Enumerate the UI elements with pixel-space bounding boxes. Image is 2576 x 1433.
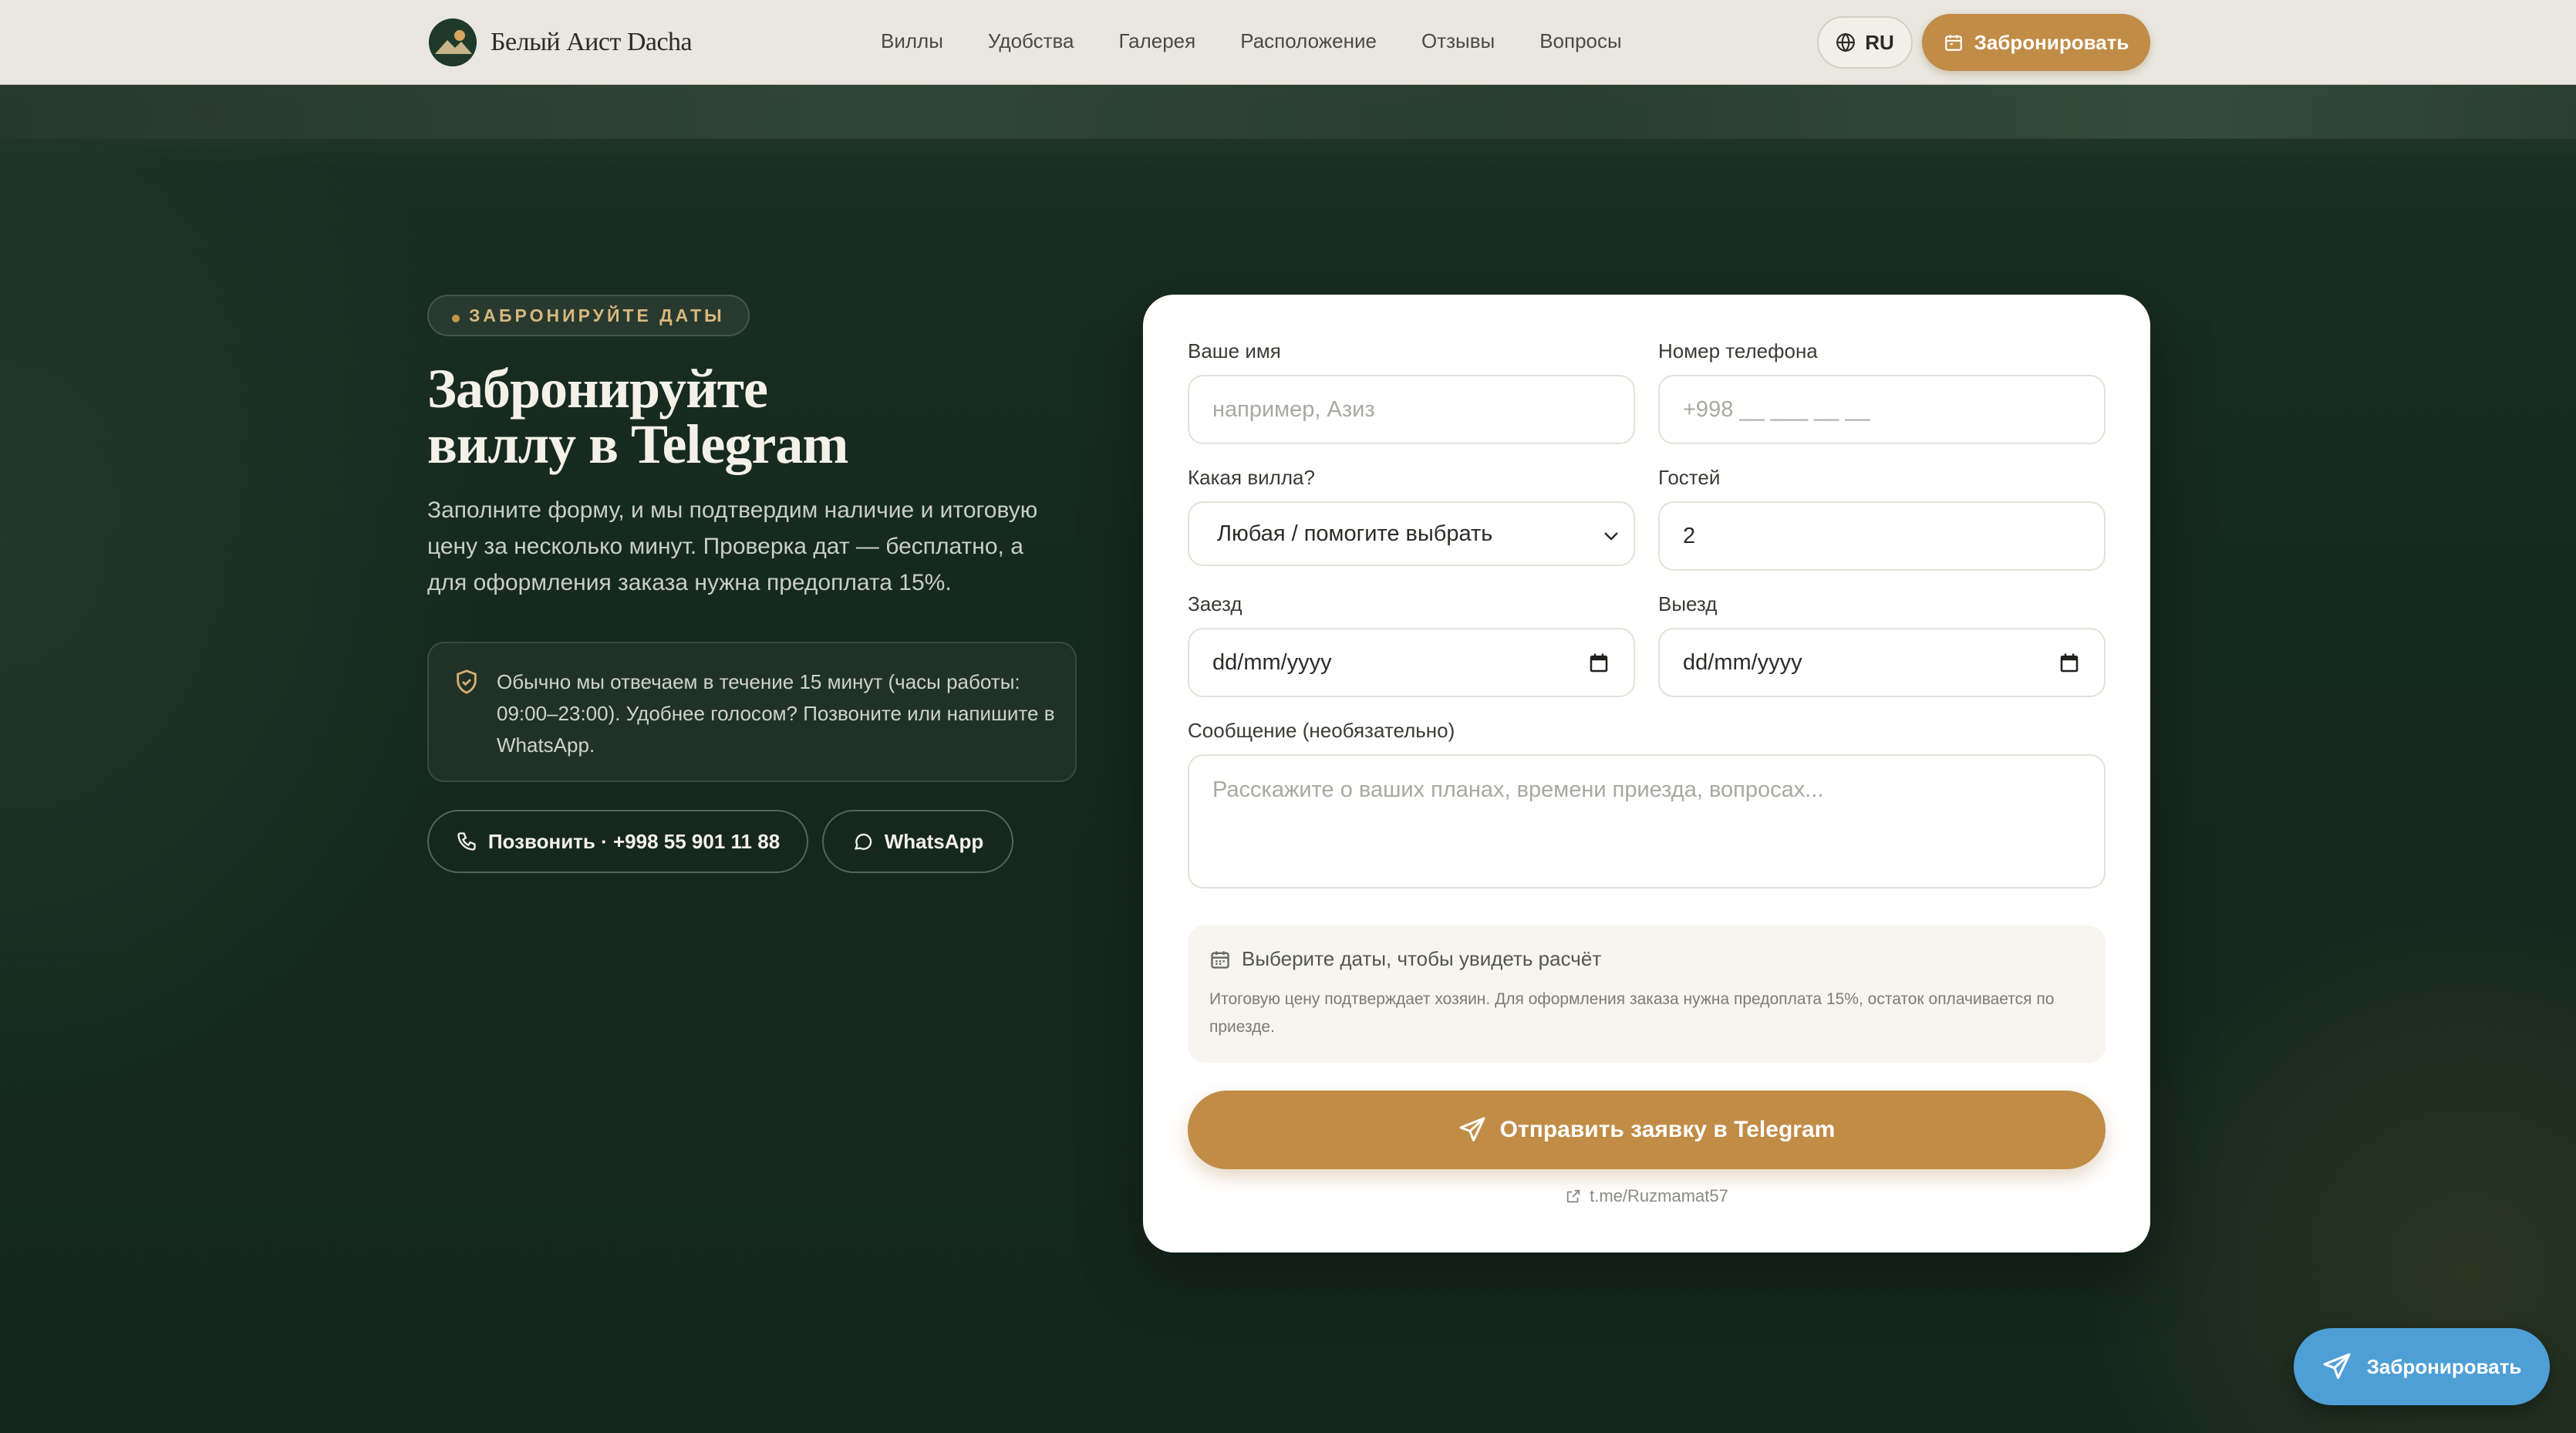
villa-label: Какая вилла? <box>1188 466 1315 489</box>
floating-book-button[interactable]: Забронировать <box>2294 1328 2550 1405</box>
checkout-date-input[interactable]: dd/mm/yyyy <box>1658 628 2106 697</box>
guests-input[interactable]: 2 <box>1658 501 2106 571</box>
booking-form-card: Ваше имя например, Азиз Номер телефона +… <box>1143 295 2150 1253</box>
guests-label: Гостей <box>1658 466 1721 489</box>
logo-icon <box>429 19 477 66</box>
page-title: Забронируйте виллу в Telegram <box>427 361 1060 472</box>
page-title-line-1: Забронируйте <box>427 358 768 420</box>
response-time-note: Обычно мы отвечаем в течение 15 минут (ч… <box>427 642 1077 782</box>
nav-book-button[interactable]: Забронировать <box>1922 14 2150 71</box>
whatsapp-button-label: WhatsApp <box>884 829 984 853</box>
brand-name: Белый Аист Dacha <box>491 28 693 56</box>
brand-logo[interactable]: Белый Аист Dacha <box>429 19 693 66</box>
message-label: Сообщение (необязательно) <box>1188 719 1455 742</box>
section-badge: ЗАБРОНИРУЙТЕ ДАТЫ <box>427 295 750 336</box>
chevron-down-icon <box>1604 532 1618 541</box>
call-button-label: Позвонить · +998 55 901 11 88 <box>487 829 781 853</box>
calc-title: Выберите даты, чтобы увидеть расчёт <box>1242 947 1602 970</box>
calendar-icon <box>1944 35 1962 51</box>
phone-input[interactable]: +998 __ ___ __ __ <box>1658 375 2106 444</box>
response-time-text: Обычно мы отвечаем в течение 15 минут (ч… <box>497 670 1055 757</box>
whatsapp-button[interactable]: WhatsApp <box>822 810 1013 873</box>
telegram-link-text: t.me/Ruzmamat57 <box>1590 1186 1728 1205</box>
name-label: Ваше имя <box>1188 339 1281 362</box>
call-button[interactable]: Позвонить · +998 55 901 11 88 <box>427 810 808 873</box>
shield-check-icon <box>457 669 477 694</box>
message-textarea[interactable]: Расскажите о ваших планах, времени приез… <box>1188 754 2106 888</box>
checkin-date-input[interactable]: dd/mm/yyyy <box>1188 628 1635 697</box>
globe-icon <box>1836 32 1856 52</box>
page-title-line-2: виллу в Telegram <box>427 413 848 475</box>
price-calculation-box: Выберите даты, чтобы увидеть расчёт Итог… <box>1188 926 2106 1063</box>
nav-link-location[interactable]: Расположение <box>1240 29 1377 53</box>
calendar-icon <box>1211 951 1229 969</box>
checkout-label: Выезд <box>1658 592 1718 615</box>
language-code: RU <box>1865 30 1894 54</box>
calc-note: Итоговую цену подтверждает хозяин. Для о… <box>1209 990 2055 1036</box>
villa-select-value: Любая / помогите выбрать <box>1217 521 1493 546</box>
send-icon <box>2323 1353 2350 1379</box>
telegram-link[interactable]: t.me/Ruzmamat57 <box>1143 1186 2150 1206</box>
main-menu: Виллы Удобства Галерея Расположение Отзы… <box>881 29 1622 53</box>
floating-book-label: Забронировать <box>2366 1354 2522 1378</box>
calendar-icon[interactable] <box>1587 652 1610 675</box>
nav-book-label: Забронировать <box>1974 30 2129 54</box>
phone-label: Номер телефона <box>1658 339 1818 362</box>
calendar-icon[interactable] <box>2058 652 2081 675</box>
nav-link-reviews[interactable]: Отзывы <box>1421 29 1495 53</box>
send-telegram-label: Отправить заявку в Telegram <box>1499 1117 1836 1142</box>
top-navbar: Белый Аист Dacha Виллы Удобства Галерея … <box>0 0 2576 85</box>
intro-text: Заполните форму, и мы подтвердим наличие… <box>427 497 1038 595</box>
section-badge-label: ЗАБРОНИРУЙТЕ ДАТЫ <box>469 305 725 325</box>
badge-dot <box>452 315 460 322</box>
nav-link-amenities[interactable]: Удобства <box>988 29 1074 53</box>
villa-select[interactable]: Любая / помогите выбрать <box>1188 501 1635 566</box>
checkout-date-value: dd/mm/yyyy <box>1683 649 1802 675</box>
nav-link-faq[interactable]: Вопросы <box>1539 29 1622 53</box>
name-input[interactable]: например, Азиз <box>1188 375 1635 444</box>
language-switcher[interactable]: RU <box>1817 16 1913 69</box>
external-link-icon <box>1566 1189 1580 1203</box>
nav-link-gallery[interactable]: Галерея <box>1119 29 1196 53</box>
checkin-date-value: dd/mm/yyyy <box>1212 649 1332 675</box>
nav-link-villas[interactable]: Виллы <box>881 29 943 53</box>
send-icon <box>1459 1117 1485 1141</box>
checkin-label: Заезд <box>1188 592 1242 615</box>
hero-image-strip <box>0 85 2576 170</box>
chat-bubble-icon <box>854 833 872 850</box>
send-telegram-button[interactable]: Отправить заявку в Telegram <box>1188 1091 2106 1169</box>
phone-icon <box>457 832 476 851</box>
